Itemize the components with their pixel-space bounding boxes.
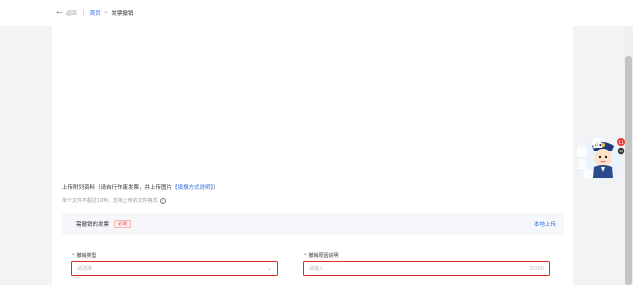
chevron-down-icon: ⌄ xyxy=(266,265,272,272)
invoice-section-header: 需撤销的发票 必填 本地上传 xyxy=(62,213,564,235)
local-upload-button[interactable]: 本地上传 xyxy=(534,220,556,228)
mascot-char: 动 xyxy=(583,168,593,181)
required-mark: * xyxy=(304,253,307,259)
mascot-icon: 征 纳 互 动 11 xyxy=(577,137,625,181)
info-icon[interactable]: i xyxy=(159,197,166,204)
revoke-reason-label: * 撤销原因说明 xyxy=(304,252,339,259)
top-bar: ← 返回 首页 > 发票撤销 xyxy=(0,0,633,26)
mascot-char: 纳 xyxy=(577,146,587,159)
badge-count: 11 xyxy=(618,140,624,146)
revoke-reason-label-text: 撤销原因说明 xyxy=(308,253,339,259)
upload-instruction: 上传附列资料（请自行作废发票，并上传图片【填报方式说明】） xyxy=(62,183,219,191)
back-button[interactable]: ← 返回 xyxy=(56,8,77,18)
section-title: 需撤销的发票 xyxy=(76,222,110,228)
required-mark: * xyxy=(72,253,75,259)
breadcrumb-separator: > xyxy=(103,10,109,16)
revoke-type-label-text: 撤销类型 xyxy=(76,253,97,259)
upload-hint-text: 单个文件不超过10M，支持上传的文件格式 xyxy=(62,198,158,204)
revoke-reason-placeholder: 请输入 xyxy=(309,266,325,272)
tax-interaction-mascot[interactable]: 征 纳 互 动 11 xyxy=(570,134,626,184)
upload-hint: 单个文件不超过10M，支持上传的文件格式 i xyxy=(62,197,166,204)
breadcrumb-current: 发票撤销 xyxy=(111,11,134,17)
revoke-type-label: * 撤销类型 xyxy=(72,252,97,259)
revoke-reason-input[interactable]: 请输入 0/100 xyxy=(303,261,550,276)
back-arrow-icon: ← xyxy=(56,8,63,17)
divider xyxy=(82,10,84,16)
char-counter: 0/100 xyxy=(529,265,544,272)
back-label: 返回 xyxy=(65,11,77,17)
revoke-type-placeholder: 请选择 xyxy=(77,266,93,272)
scrollbar-thumb[interactable] xyxy=(625,56,632,285)
breadcrumb-home-link[interactable]: 首页 xyxy=(90,9,101,17)
required-badge: 必填 xyxy=(114,220,132,228)
main-card: 上传附列资料（请自行作废发票，并上传图片【填报方式说明】） 单个文件不超过10M… xyxy=(52,26,573,285)
fill-method-link[interactable]: 【填报方式说明】 xyxy=(172,185,213,191)
upload-instruction-end: ） xyxy=(213,185,219,191)
revoke-type-select[interactable]: 请选择 ⌄ xyxy=(71,261,278,276)
mascot-char: 征 xyxy=(592,137,602,150)
upload-instruction-text: 上传附列资料（请自行作废发票，并上传图片 xyxy=(62,185,173,191)
